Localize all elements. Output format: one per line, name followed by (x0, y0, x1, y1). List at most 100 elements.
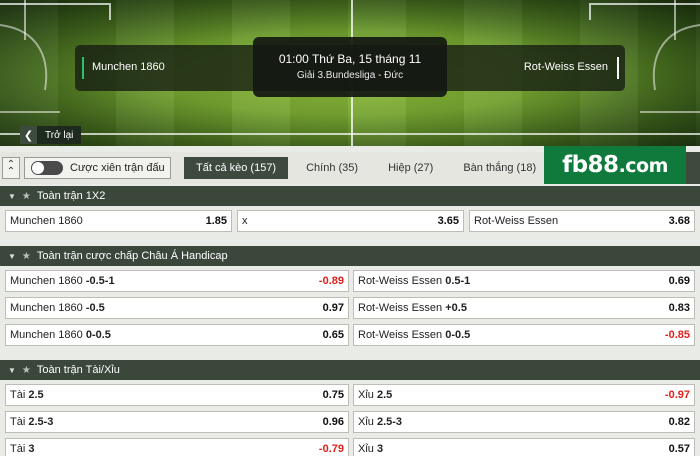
odds-cell-home[interactable]: Munchen 1860 -0.5 0.97 (5, 297, 349, 319)
handicap-line: 2.5 (376, 389, 393, 401)
odds-value: 0.83 (668, 302, 690, 314)
handicap-line: 0.5-1 (445, 275, 471, 287)
selection-name: Xỉu (358, 416, 374, 428)
caret-down-icon: ▼ (8, 191, 16, 201)
odds-value: 0.97 (322, 302, 344, 314)
odds-cell-under[interactable]: Xỉu 2.5 -0.97 (353, 384, 695, 406)
selection-label: Rot-Weiss Essen +0.5 (358, 302, 669, 314)
selection-name: Rot-Weiss Essen (358, 275, 443, 287)
tab-half[interactable]: Hiệp (27) (376, 157, 445, 179)
odds-cell-home[interactable]: Munchen 1860 -0.5-1 -0.89 (5, 270, 349, 292)
odds-value: 0.57 (668, 443, 690, 455)
away-team-name: Rot-Weiss Essen (523, 61, 608, 73)
handicap-line: -0.5-1 (85, 275, 115, 287)
selection-name: Rot-Weiss Essen (358, 302, 443, 314)
handicap-line: 3 (376, 443, 384, 455)
odds-value: 3.68 (668, 215, 690, 227)
back-label: Trở lại (37, 126, 82, 144)
handicap-line: +0.5 (445, 302, 467, 314)
selection-label: Munchen 1860 -0.5-1 (10, 275, 319, 287)
double-chevron-up-icon: ⌃ ⌃ (6, 159, 16, 177)
parlay-toggle-group[interactable]: Cược xiên trận đấu (24, 157, 171, 179)
odds-value: 0.96 (322, 416, 344, 428)
selection-name: Xỉu (358, 389, 374, 401)
selection-label: x (242, 215, 248, 227)
odds-cell-draw[interactable]: x 3.65 (237, 210, 464, 232)
match-time: 01:00 Thứ Ba, 15 tháng 11 (278, 52, 422, 66)
odds-cell-home[interactable]: Munchen 1860 0-0.5 0.65 (5, 324, 349, 346)
selection-name: Tài (10, 389, 26, 401)
odds-value: 0.82 (668, 416, 690, 428)
toggle-knob (32, 162, 44, 174)
match-header: Munchen 1860 01:00 Thứ Ba, 15 tháng 11 G… (0, 0, 700, 146)
odds-value: -0.89 (318, 275, 344, 287)
away-team-color-bar (617, 57, 619, 79)
selection-label: Xỉu 2.5 (358, 389, 665, 401)
caret-down-icon: ▼ (8, 365, 16, 375)
selection-label: Tài 3 (10, 443, 319, 455)
tab-goals[interactable]: Bàn thắng (18) (451, 157, 548, 179)
market-tabs: Tất cả kèo (157) Chính (35) Hiệp (27) Bà… (184, 157, 598, 179)
odds-cell-home[interactable]: Munchen 1860 1.85 (5, 210, 232, 232)
selection-label: Munchen 1860 (10, 215, 83, 227)
tab-main[interactable]: Chính (35) (294, 157, 370, 179)
section-header-1x2[interactable]: ▼ ★ Toàn trận 1X2 (0, 186, 700, 206)
collapse-all-button[interactable]: ⌃ ⌃ (2, 157, 20, 179)
handicap-line: 2.5 (28, 389, 44, 401)
back-button[interactable]: ❮ Trở lại (20, 126, 82, 144)
odds-value: -0.85 (664, 329, 690, 341)
odds-cell-over[interactable]: Tài 2.5 0.75 (5, 384, 349, 406)
selection-label: Rot-Weiss Essen (474, 215, 559, 227)
handicap-line: 0-0.5 (445, 329, 471, 341)
odds-cell-under[interactable]: Xỉu 2.5-3 0.82 (353, 411, 695, 433)
odds-cell-over[interactable]: Tài 3 -0.79 (5, 438, 349, 456)
section-header-over-under[interactable]: ▼ ★ Toàn trận Tài/Xỉu (0, 360, 700, 380)
tab-all-markets[interactable]: Tất cả kèo (157) (184, 157, 289, 179)
selection-label: Rot-Weiss Essen 0.5-1 (358, 275, 669, 287)
parlay-toggle[interactable] (31, 161, 63, 175)
handicap-line: 2.5-3 (376, 416, 403, 428)
odds-cell-away[interactable]: Rot-Weiss Essen +0.5 0.83 (353, 297, 695, 319)
selection-label: Munchen 1860 -0.5 (10, 302, 323, 314)
section-title: Toàn trận cược chấp Châu Á Handicap (36, 250, 228, 262)
odds-value: 0.75 (322, 389, 344, 401)
odds-value: 0.69 (668, 275, 690, 287)
caret-down-icon: ▼ (8, 251, 16, 261)
odds-cell-away[interactable]: Rot-Weiss Essen 0-0.5 -0.85 (353, 324, 695, 346)
match-info: 01:00 Thứ Ba, 15 tháng 11 Giải 3.Bundesl… (253, 37, 447, 97)
selection-name: Xỉu (358, 443, 374, 455)
odds-value: 1.85 (205, 215, 227, 227)
selection-name: Munchen 1860 (10, 302, 83, 314)
toolbar-right-edge (686, 152, 700, 184)
handicap-line: -0.5 (85, 302, 105, 314)
star-icon[interactable]: ★ (22, 251, 31, 262)
selection-label: Xỉu 3 (358, 443, 669, 455)
selection-label: Rot-Weiss Essen 0-0.5 (358, 329, 665, 341)
odds-value: 0.65 (322, 329, 344, 341)
handicap-line: 0-0.5 (85, 329, 111, 341)
odds-cell-over[interactable]: Tài 2.5-3 0.96 (5, 411, 349, 433)
selection-label: Tài 2.5-3 (10, 416, 323, 428)
star-icon[interactable]: ★ (22, 365, 31, 376)
home-team-color-bar (82, 57, 84, 79)
odds-cell-away[interactable]: Rot-Weiss Essen 3.68 (469, 210, 695, 232)
odds-value: -0.97 (664, 389, 690, 401)
odds-cell-away[interactable]: Rot-Weiss Essen 0.5-1 0.69 (353, 270, 695, 292)
match-league: Giải 3.Bundesliga - Đức (296, 70, 404, 81)
section-title: Toàn trận Tài/Xỉu (36, 364, 120, 376)
parlay-toggle-label: Cược xiên trận đấu (70, 162, 165, 174)
section-title: Toàn trận 1X2 (36, 190, 106, 202)
chevron-left-icon: ❮ (20, 126, 37, 144)
selection-label: Munchen 1860 0-0.5 (10, 329, 323, 341)
odds-cell-under[interactable]: Xỉu 3 0.57 (353, 438, 695, 456)
selection-name: Tài (10, 443, 26, 455)
handicap-line: 3 (28, 443, 35, 455)
selection-name: Munchen 1860 (10, 275, 83, 287)
handicap-line: 2.5-3 (28, 416, 54, 428)
odds-value: -0.79 (318, 443, 344, 455)
selection-name: Munchen 1860 (10, 329, 83, 341)
selection-label: Xỉu 2.5-3 (358, 416, 669, 428)
section-header-handicap[interactable]: ▼ ★ Toàn trận cược chấp Châu Á Handicap (0, 246, 700, 266)
star-icon[interactable]: ★ (22, 191, 31, 202)
odds-value: 3.65 (437, 215, 459, 227)
